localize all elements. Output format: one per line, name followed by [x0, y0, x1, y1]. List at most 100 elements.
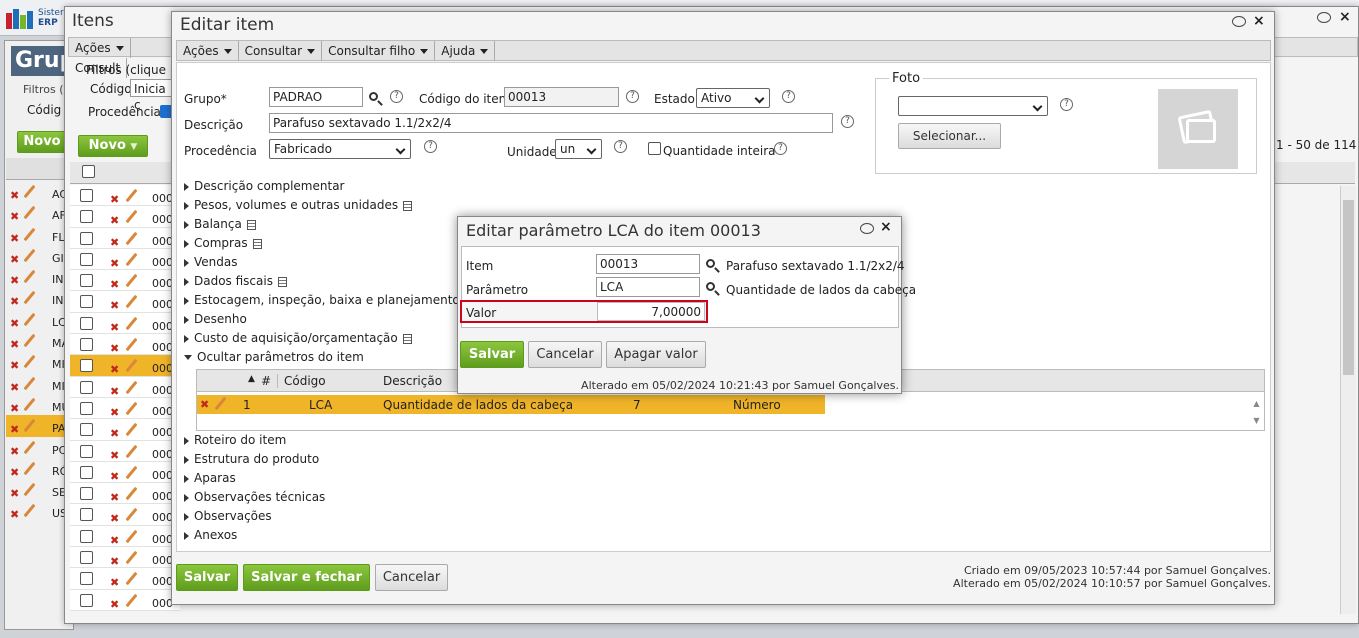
delete-icon[interactable]: ✖: [110, 594, 119, 615]
cancelar-button[interactable]: Cancelar: [375, 564, 448, 591]
section-toggle[interactable]: Observações: [184, 509, 272, 523]
itens-menu-acoes[interactable]: Ações: [69, 38, 131, 58]
itens-list-row[interactable]: ✖ 000: [70, 547, 180, 569]
lca-item-search-icon[interactable]: [706, 259, 715, 268]
quantidade-help-icon[interactable]: ?: [774, 142, 787, 155]
bg-list-row[interactable]: ✖ PA: [6, 415, 70, 437]
grupo-help-icon[interactable]: ?: [390, 90, 403, 103]
edit-item-chat-icon[interactable]: [1232, 16, 1246, 27]
edit-icon[interactable]: [125, 529, 138, 543]
itens-list-row[interactable]: ✖ 000: [70, 504, 180, 526]
bg-novo-button[interactable]: Novo: [17, 131, 67, 153]
itens-list-row[interactable]: ✖ 000: [70, 334, 180, 356]
lca-chat-icon[interactable]: [860, 223, 874, 234]
edit-icon[interactable]: [23, 482, 36, 497]
itens-list-row[interactable]: ✖ 000: [70, 525, 180, 548]
itens-list-row[interactable]: ✖ 000: [70, 185, 180, 207]
section-toggle[interactable]: Balança: [184, 217, 256, 231]
edit-icon[interactable]: [125, 210, 138, 224]
ocultar-parametros-toggle[interactable]: Ocultar parâmetros do item: [184, 350, 364, 364]
itens-list-row[interactable]: ✖ 000: [70, 376, 180, 398]
itens-list-row[interactable]: ✖ 000: [70, 440, 180, 462]
row-checkbox[interactable]: [80, 359, 93, 373]
row-checkbox[interactable]: [80, 380, 93, 394]
edit-icon[interactable]: [23, 248, 36, 263]
edit-icon[interactable]: [23, 269, 36, 284]
section-toggle[interactable]: Aparas: [184, 471, 236, 485]
lca-apagar-button[interactable]: Apagar valor: [606, 341, 706, 368]
lca-parametro-input[interactable]: LCA: [596, 277, 700, 297]
menu-acoes[interactable]: Ações: [177, 41, 239, 61]
edit-icon[interactable]: [125, 486, 138, 501]
lca-close-icon[interactable]: ×: [880, 219, 892, 235]
unidade-select[interactable]: un: [555, 139, 602, 159]
descricao-input[interactable]: Parafuso sextavado 1.1/2x2/4: [269, 113, 833, 133]
edit-icon[interactable]: [125, 401, 138, 416]
edit-icon[interactable]: [125, 295, 138, 309]
edit-icon[interactable]: [125, 252, 138, 267]
procedencia-select[interactable]: Fabricado: [269, 139, 411, 159]
itens-list-row[interactable]: ✖ 000: [70, 206, 180, 228]
edit-icon[interactable]: [23, 291, 36, 305]
edit-icon[interactable]: [23, 355, 36, 369]
bg-list-row[interactable]: ✖ GI: [6, 245, 70, 266]
section-toggle[interactable]: Vendas: [184, 255, 238, 269]
lca-cancelar-button[interactable]: Cancelar: [528, 341, 602, 368]
section-toggle[interactable]: Custo de aquisição/orçamentação: [184, 331, 412, 345]
row-checkbox[interactable]: [80, 401, 93, 415]
edit-icon[interactable]: [23, 206, 36, 220]
itens-scrollbar[interactable]: [1340, 186, 1356, 614]
edit-icon[interactable]: [23, 333, 36, 348]
edit-icon[interactable]: [125, 593, 138, 607]
edit-icon[interactable]: [125, 380, 138, 394]
edit-icon[interactable]: [23, 312, 36, 326]
bg-list-row[interactable]: ✖ FL: [6, 224, 70, 245]
menu-consultar-filho[interactable]: Consultar filho: [322, 41, 436, 61]
itens-list-row[interactable]: ✖ 000: [70, 355, 180, 377]
edit-icon[interactable]: [125, 508, 138, 522]
section-toggle[interactable]: Anexos: [184, 528, 237, 542]
edit-icon[interactable]: [125, 273, 138, 288]
param-header-codigo[interactable]: Código: [277, 374, 326, 388]
delete-icon[interactable]: ✖: [10, 504, 19, 525]
lca-parametro-search-icon[interactable]: [706, 282, 715, 291]
itens-list-row[interactable]: ✖ 000: [70, 419, 180, 441]
itens-codigo-filter[interactable]: Inicia c: [130, 79, 175, 112]
row-checkbox[interactable]: [80, 231, 93, 245]
section-toggle[interactable]: Estocagem, inspeção, baixa e planejament…: [184, 293, 474, 307]
section-toggle[interactable]: Roteiro do item: [184, 433, 286, 447]
param-header-descricao[interactable]: Descrição: [383, 374, 442, 388]
edit-icon[interactable]: [23, 504, 36, 518]
bg-list-row[interactable]: ✖ AC: [6, 181, 70, 202]
param-table-scrollbar[interactable]: ▲ ▼: [1249, 395, 1264, 430]
edit-icon[interactable]: [23, 461, 36, 476]
itens-chat-icon[interactable]: [1317, 12, 1331, 23]
edit-icon[interactable]: [23, 227, 36, 241]
salvar-fechar-button[interactable]: Salvar e fechar: [243, 564, 370, 591]
edit-icon[interactable]: [125, 359, 138, 373]
itens-list-row[interactable]: ✖ 000: [70, 461, 180, 484]
estado-select[interactable]: Ativo: [696, 88, 770, 108]
menu-consultar[interactable]: Consultar: [239, 41, 323, 61]
section-toggle[interactable]: Desenho: [184, 312, 247, 326]
row-checkbox[interactable]: [80, 189, 93, 202]
itens-list-row[interactable]: ✖ 000: [70, 589, 180, 611]
itens-close-icon[interactable]: ×: [1339, 9, 1351, 25]
foto-select[interactable]: [898, 96, 1048, 116]
section-toggle[interactable]: Observações técnicas: [184, 490, 325, 504]
foto-help-icon[interactable]: ?: [1060, 98, 1073, 111]
param-header-num[interactable]: #: [261, 374, 271, 388]
edit-icon[interactable]: [23, 184, 36, 199]
row-checkbox[interactable]: [80, 551, 93, 565]
edit-icon[interactable]: [125, 444, 138, 458]
row-checkbox[interactable]: [80, 423, 93, 437]
edit-icon[interactable]: [23, 397, 36, 412]
row-checkbox[interactable]: [80, 338, 93, 352]
edit-icon[interactable]: [125, 316, 138, 330]
lca-valor-input[interactable]: 7,00000: [597, 302, 705, 321]
param-header-sort-icon[interactable]: ▲: [248, 374, 255, 384]
bg-list-row[interactable]: ✖ MI: [6, 373, 70, 394]
bg-list-row[interactable]: ✖ RÓ: [6, 458, 70, 479]
procedencia-help-icon[interactable]: ?: [424, 140, 437, 153]
edit-icon[interactable]: [125, 337, 138, 352]
